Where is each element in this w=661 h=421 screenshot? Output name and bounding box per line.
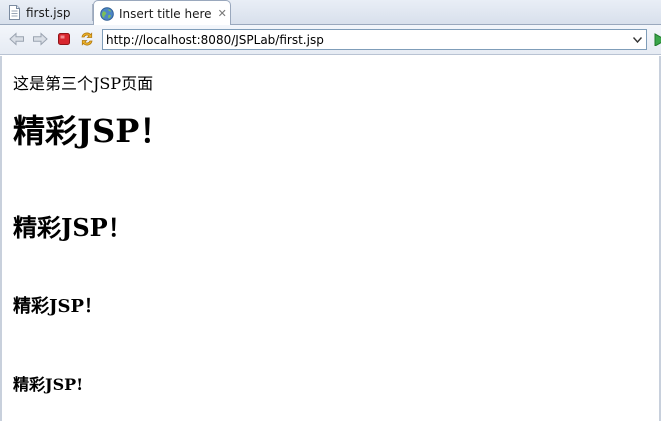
url-input[interactable]: [103, 30, 626, 49]
back-button[interactable]: [9, 31, 25, 47]
editor-tab-strip: first.jsp Insert title here ✕: [0, 0, 661, 26]
page-content: 这是第三个JSP页面 精彩JSP！ 精彩JSP！ 精彩JSP！ 精彩JSP!: [0, 56, 661, 421]
stop-button[interactable]: [56, 31, 72, 47]
tab-label: first.jsp: [26, 5, 71, 20]
url-history-dropdown[interactable]: [628, 30, 646, 49]
heading-1: 精彩JSP！: [13, 112, 172, 150]
stop-icon: [58, 33, 70, 45]
close-tab-icon[interactable]: ✕: [218, 8, 227, 19]
address-bar[interactable]: [102, 29, 647, 50]
go-arrow-icon: [654, 33, 661, 46]
tab-first-jsp[interactable]: first.jsp: [0, 0, 92, 25]
browser-toolbar: [0, 25, 661, 55]
forward-button[interactable]: [32, 31, 48, 47]
heading-3: 精彩JSP！: [13, 296, 103, 317]
heading-4: 精彩JSP!: [13, 375, 84, 394]
forward-arrow-icon: [33, 32, 48, 46]
jsp-file-icon: [8, 5, 21, 20]
refresh-icon: [81, 32, 93, 46]
globe-icon: [100, 6, 114, 21]
heading-2: 精彩JSP！: [13, 213, 132, 242]
tab-label: Insert title here: [119, 6, 212, 21]
tab-insert-title-here[interactable]: Insert title here ✕: [93, 0, 231, 26]
chevron-down-icon: [632, 36, 642, 43]
go-button[interactable]: [654, 32, 661, 46]
refresh-button[interactable]: [79, 31, 95, 47]
paragraph-text: 这是第三个JSP页面: [13, 74, 154, 93]
back-arrow-icon: [9, 32, 24, 46]
